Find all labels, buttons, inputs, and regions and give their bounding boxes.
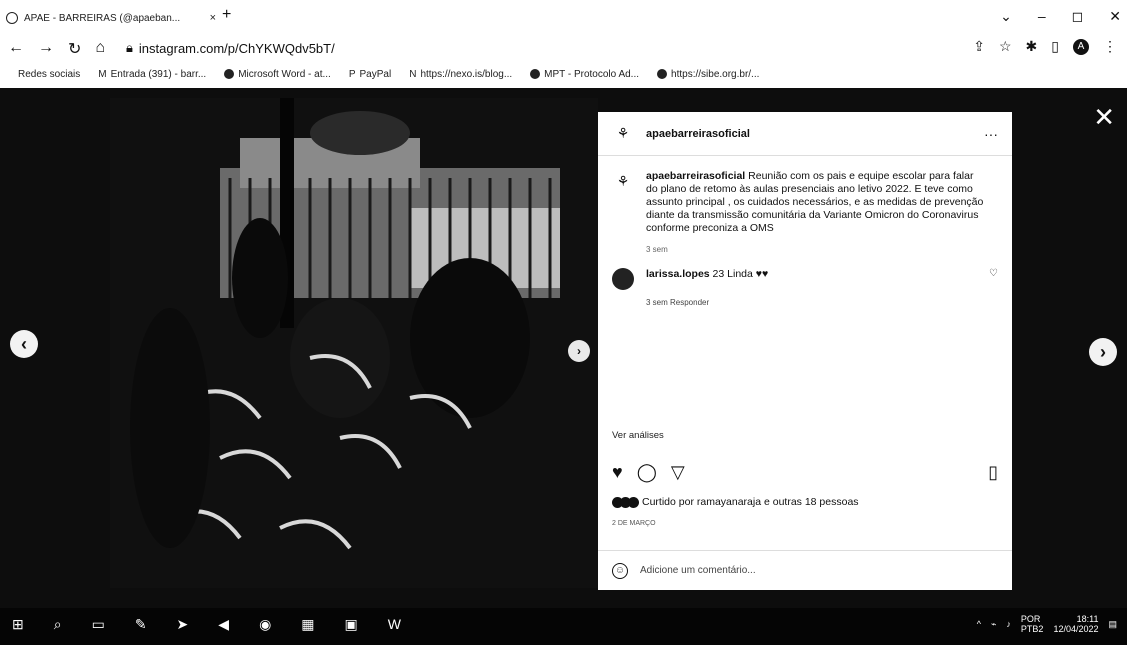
address-bar: ← → ↻ ⌂ 🔒︎ instagram.com/p/ChYKWQdv5bT/ … xyxy=(0,36,1127,62)
post-date: 2 DE MARÇO xyxy=(612,520,656,527)
comment-username[interactable]: larissa.lopes xyxy=(646,268,710,280)
calendar-icon[interactable]: ▦ xyxy=(301,616,314,633)
extensions-icon[interactable]: ✱ xyxy=(1026,38,1038,55)
menu-icon[interactable]: ⋮ xyxy=(1103,38,1117,55)
comment-body: 23 Linda ♥♥ xyxy=(712,268,769,280)
save-bookmark-icon[interactable]: ▯ xyxy=(988,462,998,483)
sidebar-icon[interactable]: ▯ xyxy=(1051,38,1059,55)
tab-strip: APAE - BARREIRAS (@apaeban... × + ⌄ – ◻ … xyxy=(0,0,1127,36)
maximize-icon[interactable]: ◻ xyxy=(1072,8,1084,25)
apae-logo-icon[interactable]: ⚘ xyxy=(612,170,634,192)
bookmark-item[interactable]: Nhttps://nexo.is/blog... xyxy=(409,69,512,80)
caption-time: 3 sem xyxy=(646,245,668,254)
nav-buttons: ← → ↻ ⌂ xyxy=(8,39,105,59)
share-icon[interactable]: ⇪ xyxy=(973,38,985,55)
task-view-icon[interactable]: ▭ xyxy=(92,616,105,633)
tab-search-icon[interactable]: ⌄ xyxy=(1000,8,1012,25)
app-icon[interactable]: ➤ xyxy=(177,616,189,633)
url-text: instagram.com/p/ChYKWQdv5bT/ xyxy=(138,40,335,56)
new-tab-icon[interactable]: + xyxy=(222,6,231,24)
bookmark-item[interactable]: Microsoft Word - at... xyxy=(224,69,331,80)
bookmark-item[interactable]: https://sibe.org.br/... xyxy=(657,69,759,80)
close-window-icon[interactable]: ✕ xyxy=(1109,8,1121,25)
volume-icon[interactable]: ♪ xyxy=(1006,619,1011,629)
add-comment-bar: ☺ Adicione um comentário... xyxy=(598,550,1012,590)
comment-input[interactable]: Adicione um comentário... xyxy=(640,565,756,576)
site-icon xyxy=(657,69,668,79)
liker-avatars xyxy=(612,496,639,508)
reload-icon[interactable]: ↻ xyxy=(68,39,81,59)
chrome-icon[interactable]: ◉ xyxy=(259,616,271,633)
likes-text: Curtido por ramayanaraja e outras 18 pes… xyxy=(642,496,859,508)
like-heart-icon[interactable]: ♥ xyxy=(612,462,623,483)
post-header: ⚘ apaebarreirasoficial ··· xyxy=(598,112,1012,156)
post-details-panel: ⚘ apaebarreirasoficial ··· ⚘ apaebarreir… xyxy=(598,112,1012,590)
comment-meta[interactable]: 3 sem Responder xyxy=(646,298,1012,307)
close-tab-icon[interactable]: × xyxy=(210,12,216,24)
forward-icon[interactable]: → xyxy=(38,39,54,59)
network-icon[interactable]: ⌁ xyxy=(991,619,996,630)
view-insights-link[interactable]: Ver análises xyxy=(612,430,664,441)
word-icon[interactable]: W xyxy=(388,616,401,633)
minimize-icon[interactable]: – xyxy=(1038,8,1046,25)
globe-icon xyxy=(224,69,235,79)
windows-start-icon[interactable]: ⊞ xyxy=(12,616,24,633)
more-options-icon[interactable]: ··· xyxy=(984,126,998,142)
comment-icon[interactable]: ◯ xyxy=(637,462,657,483)
comment-text: larissa.lopes 23 Linda ♥♥ xyxy=(646,268,768,280)
share-send-icon[interactable]: ▽ xyxy=(671,462,685,483)
browser-tab[interactable]: APAE - BARREIRAS (@apaeban... × xyxy=(6,8,216,28)
instagram-favicon-icon xyxy=(6,12,18,24)
post-username[interactable]: apaebarreirasoficial xyxy=(646,128,750,140)
tray-chevron-icon[interactable]: ^ xyxy=(977,619,981,629)
close-modal-icon[interactable]: ✕ xyxy=(1093,102,1115,133)
home-icon[interactable]: ⌂ xyxy=(95,39,105,59)
gmail-icon: M xyxy=(98,68,107,80)
window-controls: ⌄ – ◻ ✕ xyxy=(1000,8,1121,25)
language-indicator[interactable]: POR PTB2 xyxy=(1021,614,1044,634)
next-post-button[interactable]: › xyxy=(1089,338,1117,366)
clock[interactable]: 18:11 12/04/2022 xyxy=(1053,614,1098,634)
bookmark-item[interactable]: M Entrada (391) - barr... xyxy=(98,69,206,80)
caption-username[interactable]: apaebarreirasoficial xyxy=(646,170,745,182)
bookmark-item[interactable]: P PayPal xyxy=(349,69,391,80)
post-caption: ⚘ apaebarreirasoficial Reunião com os pa… xyxy=(598,156,1012,235)
post-actions: ♥ ◯ ▽ ▯ xyxy=(612,462,998,483)
lock-icon: 🔒︎ xyxy=(126,40,133,55)
meeting-photo-image xyxy=(110,98,598,588)
toolbar-icons: ⇪ ☆ ✱ ▯ A ⋮ xyxy=(973,38,1117,55)
taskbar-apps: ⊞ ⌕ ▭ ✎ ➤ ◀ ◉ ▦ ▣ W xyxy=(12,616,401,633)
globe-icon xyxy=(530,69,541,79)
search-icon[interactable]: ⌕ xyxy=(54,616,62,633)
caption-text: apaebarreirasoficial Reunião com os pais… xyxy=(646,170,984,235)
comment-item: larissa.lopes 23 Linda ♥♥ ♡ xyxy=(598,254,1012,290)
profile-avatar[interactable]: A xyxy=(1073,38,1089,55)
app-icon[interactable]: ▣ xyxy=(345,616,358,633)
app-icon[interactable]: ◀ xyxy=(218,616,229,633)
star-icon[interactable]: ☆ xyxy=(999,38,1012,55)
like-comment-icon[interactable]: ♡ xyxy=(989,268,998,279)
apae-logo-icon[interactable]: ⚘ xyxy=(612,123,634,145)
emoji-icon[interactable]: ☺ xyxy=(612,562,628,579)
back-icon[interactable]: ← xyxy=(8,39,24,59)
url-field[interactable]: 🔒︎ instagram.com/p/ChYKWQdv5bT/ xyxy=(126,40,335,56)
tab-title: APAE - BARREIRAS (@apaeban... xyxy=(24,12,181,24)
bookmark-item[interactable]: Redes sociais xyxy=(18,69,80,80)
nexo-icon: N xyxy=(409,68,417,80)
app-icon[interactable]: ✎ xyxy=(135,616,147,633)
paypal-icon: P xyxy=(348,68,356,80)
bookmark-item[interactable]: MPT - Protocolo Ad... xyxy=(530,69,639,80)
post-photo xyxy=(110,98,598,588)
system-tray: ^ ⌁ ♪ POR PTB2 18:11 12/04/2022 ▤ xyxy=(977,614,1117,634)
previous-post-button[interactable]: ‹ xyxy=(10,330,38,358)
windows-taskbar: ⊞ ⌕ ▭ ✎ ➤ ◀ ◉ ▦ ▣ W ^ ⌁ ♪ POR PTB2 18:11… xyxy=(0,608,1127,645)
next-image-button[interactable]: › xyxy=(568,340,590,362)
bookmarks-bar: Redes sociais M Entrada (391) - barr... M… xyxy=(0,62,1127,86)
commenter-avatar[interactable] xyxy=(612,268,634,290)
notification-icon[interactable]: ▤ xyxy=(1108,619,1117,630)
likes-summary[interactable]: Curtido por ramayanaraja e outras 18 pes… xyxy=(612,496,859,508)
